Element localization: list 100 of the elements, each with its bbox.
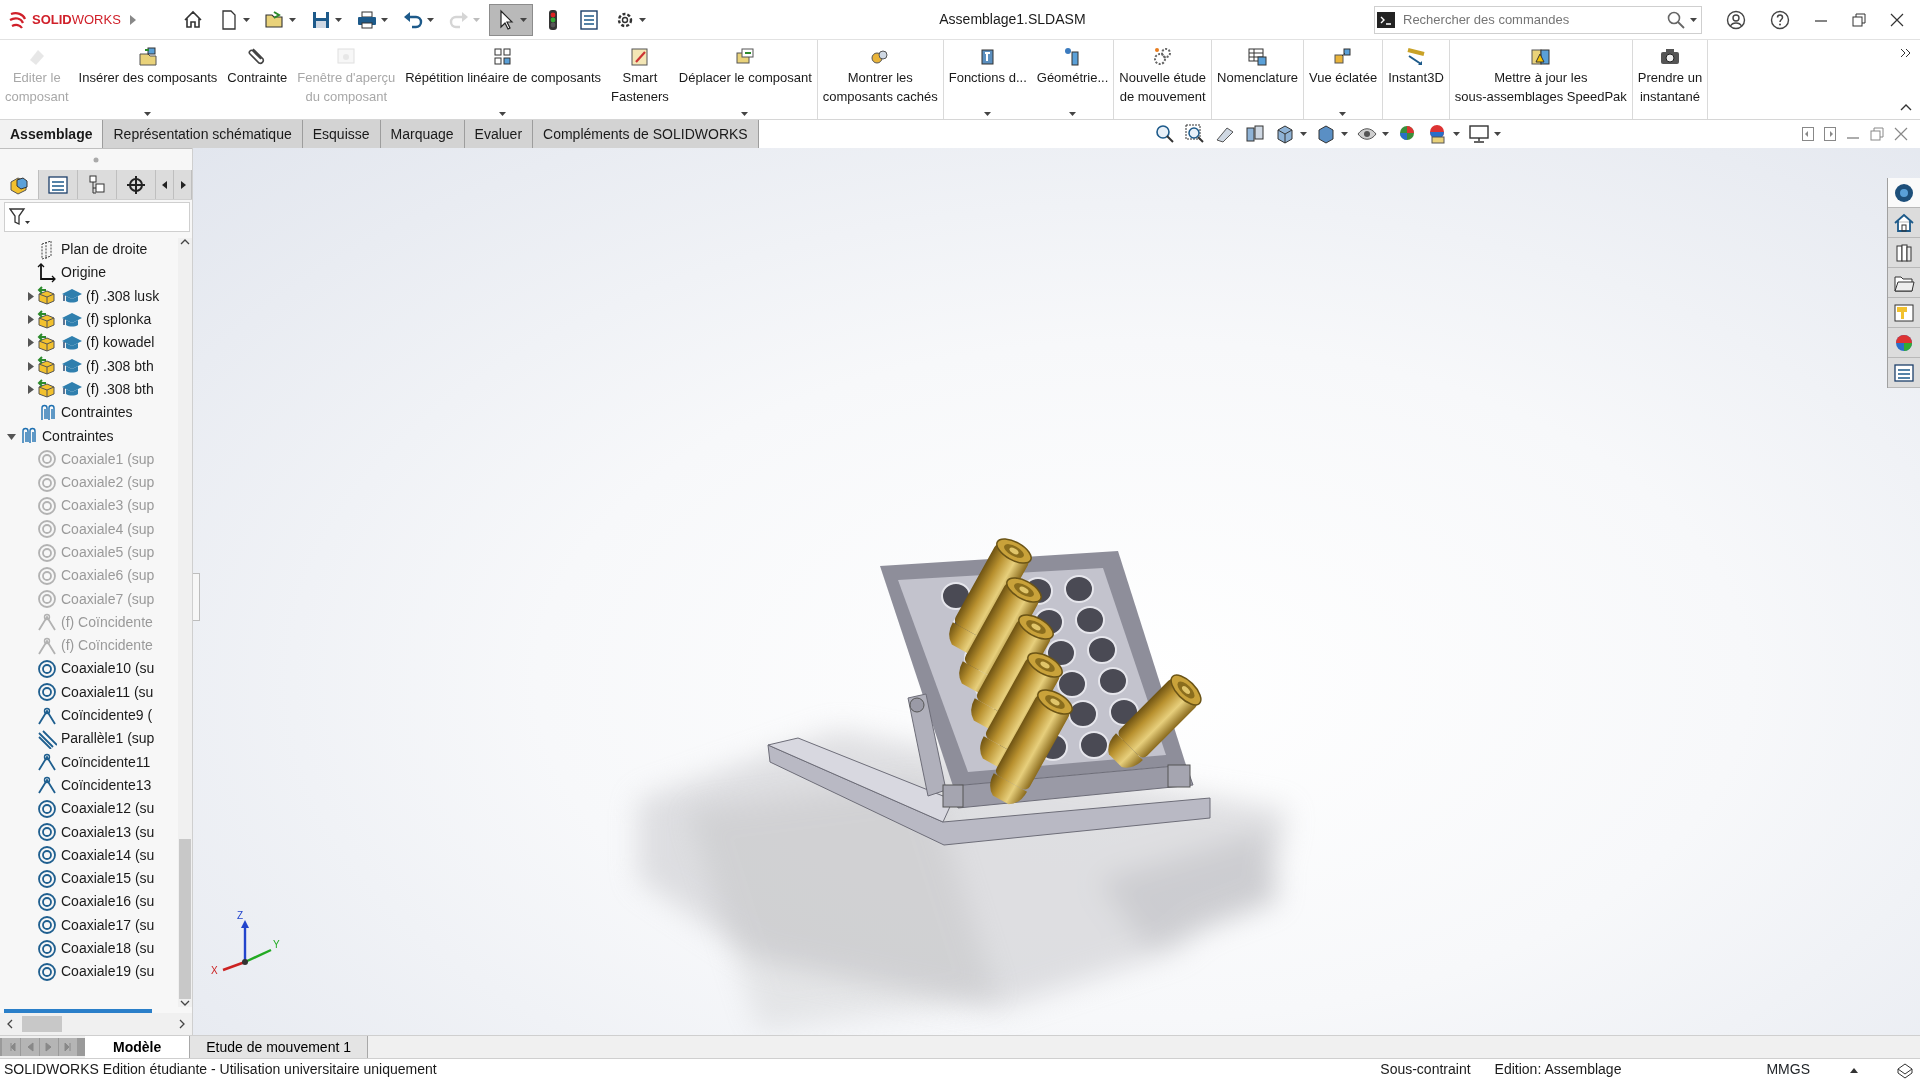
scroll-down-icon[interactable]	[180, 999, 190, 1007]
tree-item[interactable]: Coaxiale19 (su	[0, 960, 178, 984]
tree-item[interactable]: Coaxiale18 (su	[0, 936, 178, 961]
panel-grip-icon[interactable]	[93, 156, 99, 163]
concentric-circles-icon	[37, 495, 57, 516]
tile-left-icon[interactable]	[1802, 127, 1814, 141]
filter-field[interactable]	[4, 202, 190, 232]
dropdown-caret-icon	[380, 17, 388, 22]
scrollbar-thumb[interactable]	[179, 839, 191, 999]
scroll-right-button[interactable]	[174, 170, 192, 199]
command-tab[interactable]: Marquage	[380, 120, 465, 148]
task-pane-tab[interactable]	[1888, 208, 1920, 238]
model-tab[interactable]: Modèle	[85, 1036, 191, 1058]
command-tab[interactable]: Esquisse	[302, 120, 381, 148]
expand-arrow-icon[interactable]	[25, 361, 35, 371]
scroll-up-icon[interactable]	[180, 238, 190, 246]
tree-item[interactable]: (f) kowadel	[0, 331, 178, 355]
scrollbar-thumb[interactable]	[22, 1016, 62, 1032]
tree-item[interactable]: Coïncidente13	[0, 773, 178, 798]
caret-icon	[1494, 132, 1502, 136]
up-arrow-icon[interactable]	[1850, 1066, 1858, 1073]
close-icon[interactable]	[1890, 12, 1904, 27]
task-pane-tab[interactable]	[1888, 358, 1920, 388]
command-search-box[interactable]: Rechercher des commandes	[1374, 5, 1702, 34]
panel-tab[interactable]	[117, 170, 156, 199]
expand-arrow-icon[interactable]	[25, 315, 35, 325]
restore-icon[interactable]	[1852, 12, 1866, 27]
expand-arrow-icon[interactable]	[25, 338, 35, 348]
ribbon-button[interactable]: Vue éclatée	[1303, 40, 1383, 120]
tree-item[interactable]: Coaxiale12 (su	[0, 797, 178, 821]
status-text: SOLIDWORKS Edition étudiante - Utilisation universitaire uniquement	[3, 1060, 437, 1079]
tree-item[interactable]: Coaxiale16 (su	[0, 890, 178, 914]
monitor-icon[interactable]	[1468, 123, 1491, 145]
tree-item[interactable]: Coïncidente9 (	[0, 703, 178, 728]
task-pane-tab[interactable]	[1888, 238, 1920, 268]
tree-item[interactable]: (f) .308 bth	[0, 354, 178, 378]
tree-item[interactable]: Contraintes	[0, 424, 178, 448]
tree-item[interactable]: (f) splonka	[0, 307, 178, 332]
ribbon-button[interactable]: Smart Fasteners	[606, 40, 674, 120]
collapse-arrow-icon[interactable]	[6, 431, 16, 441]
more-chevron-icon[interactable]	[1900, 48, 1912, 58]
expand-arrow-icon[interactable]	[25, 384, 35, 394]
help-icon[interactable]	[1770, 9, 1790, 30]
ribbon-button[interactable]: Déplacer le composant	[673, 40, 817, 120]
user-account-icon[interactable]	[1726, 9, 1746, 30]
ribbon-button[interactable]: Répétition linéaire de composants	[400, 40, 607, 120]
ribbon-button[interactable]: Insérer des composants	[73, 40, 223, 120]
tile-right-icon[interactable]	[1824, 127, 1836, 141]
tree-item[interactable]: Coaxiale13 (su	[0, 820, 178, 844]
command-tab[interactable]: Compléments de SOLIDWORKS	[533, 120, 759, 148]
units-button[interactable]: MMGS	[1766, 1059, 1810, 1080]
graduation-cap-icon	[61, 310, 83, 329]
section-view-icon[interactable]	[1244, 123, 1267, 145]
vertical-scrollbar[interactable]	[178, 238, 192, 1007]
ribbon-button[interactable]: Instant3D	[1383, 40, 1449, 120]
tree-item[interactable]: Coaxiale10 (su	[0, 657, 178, 681]
tree-item[interactable]: Parallèle1 (sup	[0, 727, 178, 751]
scroll-right-icon[interactable]	[178, 1019, 186, 1029]
task-pane-tab[interactable]	[1888, 268, 1920, 298]
horizontal-scrollbar[interactable]	[0, 1013, 192, 1035]
task-pane-tab[interactable]	[1888, 298, 1920, 328]
books-icon	[1893, 241, 1915, 264]
scroll-left-button[interactable]	[156, 170, 174, 199]
axis-label: X	[211, 965, 218, 976]
ribbon-button[interactable]: Nouvelle étude de mouvement	[1114, 40, 1212, 120]
tree-item[interactable]: Coaxiale17 (su	[0, 913, 178, 937]
ribbon-button[interactable]: Prendre un instantané	[1632, 40, 1708, 120]
model-tab[interactable]: Etude de mouvement 1	[190, 1036, 368, 1058]
concentric-circles-icon	[37, 542, 57, 563]
expand-arrow-icon[interactable]	[128, 14, 137, 25]
ribbon-button[interactable]: Montrer les composants cachés	[817, 40, 943, 120]
ribbon-button[interactable]: Contrainte	[222, 40, 293, 120]
command-tab[interactable]: Evaluer	[464, 120, 534, 148]
tree-item[interactable]: Coaxiale11 (su	[0, 680, 178, 704]
tree-item[interactable]: Coïncidente11	[0, 750, 178, 774]
ribbon-button[interactable]: Nomenclature	[1212, 40, 1303, 120]
ribbon-button[interactable]: Fonctions d...	[943, 40, 1032, 120]
tree-item[interactable]: (f) .308 bth	[0, 377, 178, 402]
tree-item[interactable]: Contraintes	[0, 401, 178, 425]
scroll-left-icon[interactable]	[6, 1019, 14, 1029]
logo-icon	[8, 10, 28, 29]
window-title: Assemblage1.SLDASM	[938, 10, 1087, 29]
expand-arrow-icon[interactable]	[25, 291, 35, 301]
tree-item[interactable]: Coaxiale15 (su	[0, 867, 178, 891]
ribbon-button[interactable]: Mettre à jour les sous-assemblages SpeedPak	[1449, 40, 1632, 120]
tree-item[interactable]: Plan de droite	[0, 238, 178, 262]
command-tab[interactable]: Assemblage	[0, 120, 104, 148]
task-pane-tab[interactable]	[1888, 328, 1920, 358]
caret-icon	[1382, 132, 1390, 136]
select-pointer-button[interactable]	[488, 3, 533, 36]
tree-item[interactable]: (f) .308 lusk	[0, 284, 178, 308]
origin-icon	[37, 262, 57, 283]
task-pane-tab[interactable]	[1888, 178, 1920, 208]
tree-item[interactable]: Coaxiale14 (su	[0, 843, 178, 867]
part-icon	[37, 286, 57, 307]
ribbon-button[interactable]: Géométrie...	[1031, 40, 1114, 120]
collapse-ribbon-icon[interactable]	[1900, 103, 1912, 111]
command-tab[interactable]: Représentation schématique	[103, 120, 303, 148]
tree-item[interactable]: Origine	[0, 261, 178, 285]
concentric-circles-icon	[37, 868, 57, 889]
